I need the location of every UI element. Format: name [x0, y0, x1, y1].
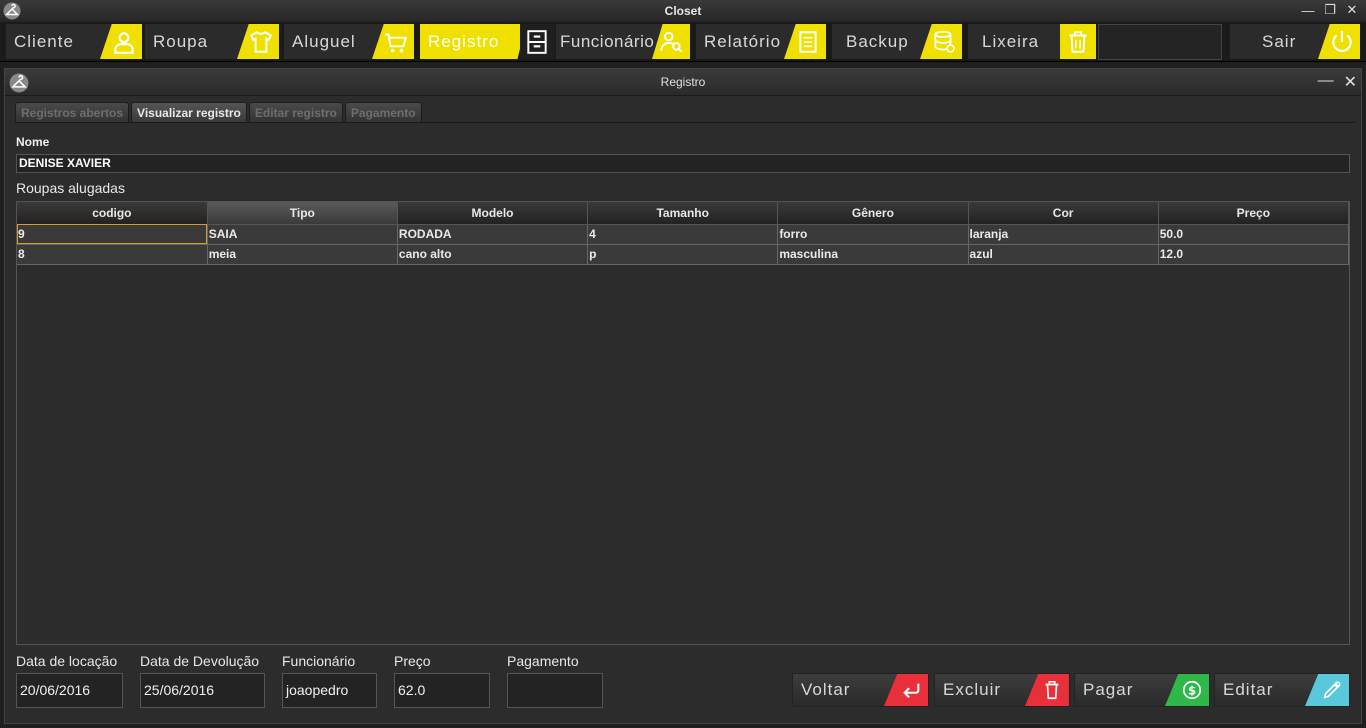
- column-header-genero[interactable]: Gênero: [777, 202, 969, 225]
- menu-cliente[interactable]: Cliente: [6, 24, 142, 59]
- menu-aluguel[interactable]: Aluguel: [284, 24, 414, 59]
- app-title-bar: Closet — ❐ ✕: [0, 0, 1366, 22]
- minimize-icon[interactable]: —: [1300, 2, 1316, 18]
- editar-button[interactable]: Editar: [1214, 673, 1350, 707]
- table-cell[interactable]: masculina: [777, 244, 969, 265]
- minimize-icon[interactable]: —: [1318, 72, 1334, 92]
- table-cell[interactable]: p: [587, 244, 779, 265]
- funcionario-label: Funcionário: [282, 653, 356, 669]
- table-header-row: codigo Tipo Modelo Tamanho Gênero Cor Pr…: [17, 202, 1350, 225]
- menu-relatorio[interactable]: Relatório: [696, 24, 826, 59]
- column-header-tipo[interactable]: Tipo: [207, 202, 398, 225]
- trash-icon: [1025, 674, 1069, 706]
- column-header-modelo[interactable]: Modelo: [397, 202, 589, 225]
- menu-backup[interactable]: Backup: [832, 24, 962, 59]
- edit-tool-icon: [1305, 674, 1349, 706]
- preco-field[interactable]: 62.0: [394, 673, 490, 708]
- main-menu-bar: Cliente Roupa Aluguel Registro Funcionár…: [0, 22, 1366, 62]
- table-cell[interactable]: laranja: [968, 224, 1159, 245]
- table-cell[interactable]: 50.0: [1158, 224, 1350, 245]
- table-cell[interactable]: meia: [207, 244, 398, 265]
- menu-spacer: [1098, 24, 1222, 60]
- hanger-logo-icon: [3, 2, 21, 20]
- trash-icon: [1060, 24, 1096, 59]
- tab-pagamento[interactable]: Pagamento: [344, 102, 422, 122]
- roupas-alugadas-label: Roupas alugadas: [16, 180, 125, 196]
- menu-funcionario[interactable]: Funcionário: [556, 24, 690, 59]
- roupas-table[interactable]: codigo Tipo Modelo Tamanho Gênero Cor Pr…: [16, 201, 1350, 645]
- table-cell[interactable]: azul: [968, 244, 1159, 265]
- table-cell[interactable]: forro: [777, 224, 969, 245]
- table-row[interactable]: 9 SAIA RODADA 4 forro laranja 50.0: [17, 224, 1350, 245]
- menu-sair[interactable]: Sair: [1230, 24, 1360, 59]
- excluir-button[interactable]: Excluir: [934, 673, 1070, 707]
- registro-window: Registro — ✕ Registros abertos Visualiza…: [4, 68, 1362, 724]
- menu-roupa[interactable]: Roupa: [145, 24, 279, 59]
- return-arrow-icon: [884, 674, 928, 706]
- column-header-codigo[interactable]: codigo: [17, 202, 208, 225]
- menu-lixeira[interactable]: Lixeira: [968, 24, 1096, 59]
- table-cell[interactable]: 4: [587, 224, 779, 245]
- data-locacao-label: Data de locação: [16, 653, 118, 669]
- pagamento-field[interactable]: [507, 673, 603, 708]
- table-cell[interactable]: 8: [17, 244, 208, 265]
- voltar-button[interactable]: Voltar: [792, 673, 929, 707]
- tab-visualizar-registro[interactable]: Visualizar registro: [131, 102, 247, 122]
- table-cell[interactable]: RODADA: [397, 224, 589, 245]
- preco-label: Preço: [394, 653, 431, 669]
- money-icon: $: [1165, 674, 1209, 706]
- pagar-button[interactable]: Pagar $: [1074, 673, 1210, 707]
- menu-registro[interactable]: Registro: [420, 24, 554, 59]
- close-icon[interactable]: ✕: [1344, 72, 1357, 92]
- hanger-logo-icon: [9, 73, 29, 93]
- table-cell[interactable]: 9: [17, 224, 208, 245]
- tab-divider: [15, 122, 1355, 123]
- column-header-tamanho[interactable]: Tamanho: [587, 202, 779, 225]
- table-row[interactable]: 8 meia cano alto p masculina azul 12.0: [17, 244, 1350, 265]
- app-title: Closet: [664, 4, 702, 18]
- nome-label: Nome: [16, 135, 50, 149]
- tab-registros-abertos[interactable]: Registros abertos: [15, 102, 130, 122]
- registro-title-bar: Registro — ✕: [5, 69, 1361, 96]
- table-cell[interactable]: 12.0: [1158, 244, 1350, 265]
- funcionario-field[interactable]: joaopedro: [282, 673, 377, 708]
- data-devolucao-label: Data de Devolução: [140, 653, 260, 669]
- table-cell[interactable]: SAIA: [207, 224, 398, 245]
- table-cell[interactable]: cano alto: [397, 244, 589, 265]
- svg-text:$: $: [1188, 684, 1196, 698]
- column-header-cor[interactable]: Cor: [968, 202, 1159, 225]
- cabinet-icon: [520, 24, 554, 59]
- pagamento-label: Pagamento: [507, 653, 579, 669]
- data-locacao-field[interactable]: 20/06/2016: [16, 673, 123, 708]
- nome-field[interactable]: DENISE XAVIER: [16, 154, 1350, 173]
- close-icon[interactable]: ✕: [1344, 2, 1360, 18]
- tab-editar-registro[interactable]: Editar registro: [248, 102, 343, 122]
- restore-icon[interactable]: ❐: [1322, 2, 1338, 18]
- registro-title: Registro: [660, 75, 706, 89]
- tab-strip: Registros abertos Visualizar registro Ed…: [15, 102, 422, 122]
- column-header-preco[interactable]: Preço: [1158, 202, 1350, 225]
- data-devolucao-field[interactable]: 25/06/2016: [140, 673, 265, 708]
